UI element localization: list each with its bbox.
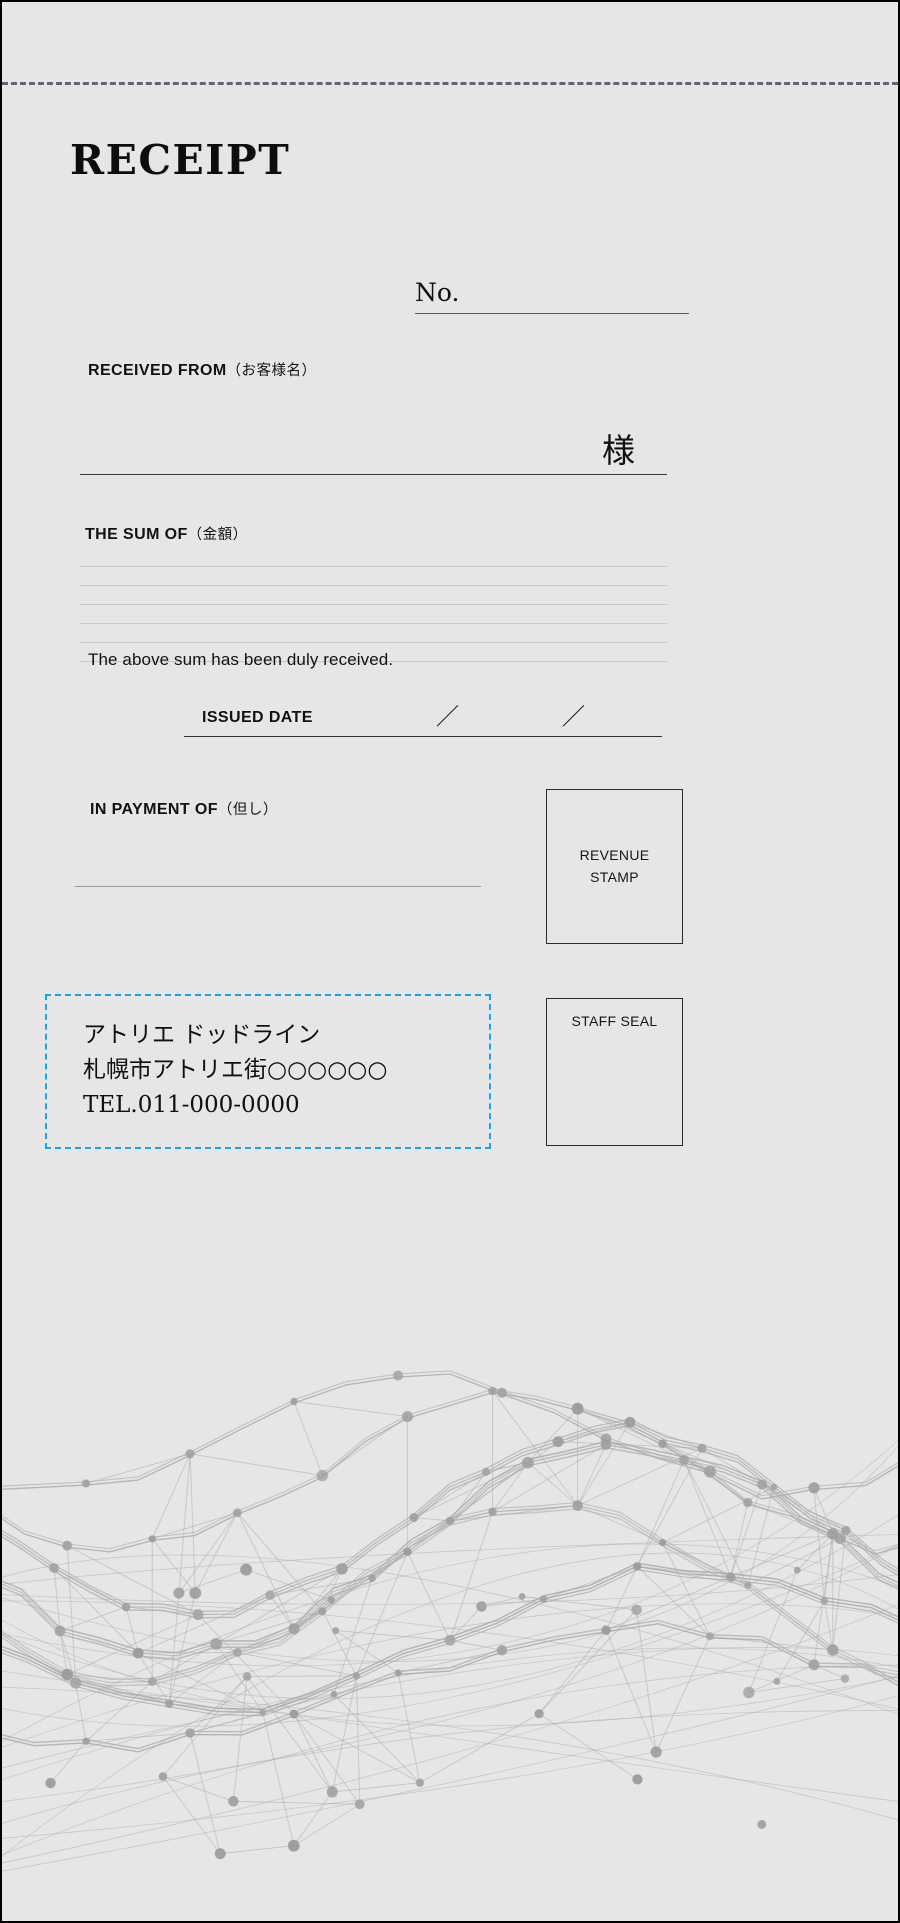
page-title: RECEIPT xyxy=(70,136,291,184)
staff-seal-box[interactable]: STAFF SEAL xyxy=(546,998,683,1146)
network-mesh-graphic xyxy=(2,1221,898,1921)
revenue-stamp-box[interactable]: REVENUE STAMP xyxy=(546,789,683,944)
staff-seal-label: STAFF SEAL xyxy=(571,1013,658,1029)
network-mesh-svg xyxy=(2,1370,898,1872)
tear-off-dashed-line xyxy=(2,82,898,85)
honorific-sama: 様 xyxy=(602,431,635,470)
sum-rule xyxy=(80,605,667,624)
receipt-statement: The above sum has been duly received. xyxy=(88,650,394,669)
date-separator-slash-1: ／ xyxy=(436,704,459,730)
company-info-box[interactable]: アトリエ ドッドライン 札幌市アトリエ街○○○○○○ TEL.011-000-0… xyxy=(45,994,491,1149)
issued-date-row: ISSUED DATE ／ ／ xyxy=(184,704,662,737)
in-payment-of-input-line[interactable] xyxy=(75,886,481,887)
receipt-number-label: No. xyxy=(415,278,460,307)
revenue-stamp-line-1: REVENUE xyxy=(579,846,650,863)
in-payment-of-label-en: IN PAYMENT OF xyxy=(90,801,218,818)
sum-rule xyxy=(80,548,667,567)
company-address: 札幌市アトリエ街○○○○○○ xyxy=(83,1056,388,1083)
receipt-document: RECEIPT No. RECEIVED FROM（お客様名） 様 THE SU… xyxy=(0,0,900,1923)
date-separator-slash-2: ／ xyxy=(562,704,585,730)
sum-rule xyxy=(80,624,667,643)
received-from-label: RECEIVED FROM（お客様名） xyxy=(88,359,317,380)
sum-of-label-en: THE SUM OF xyxy=(85,526,188,543)
receipt-number-field[interactable]: No. xyxy=(415,278,689,314)
received-from-label-jp: （お客様名） xyxy=(226,363,317,379)
issued-date-label: ISSUED DATE xyxy=(202,709,313,726)
company-telephone: TEL.011-000-0000 xyxy=(83,1091,300,1118)
in-payment-of-label-jp: （但し） xyxy=(217,802,278,818)
received-from-label-en: RECEIVED FROM xyxy=(88,362,227,379)
sum-of-label-jp: （金額） xyxy=(187,527,248,543)
revenue-stamp-text: REVENUE STAMP xyxy=(580,845,650,888)
in-payment-of-label: IN PAYMENT OF（但し） xyxy=(90,798,278,819)
company-name: アトリエ ドッドライン xyxy=(83,1022,321,1048)
sum-of-ruled-lines[interactable] xyxy=(80,548,667,662)
sum-of-label: THE SUM OF（金額） xyxy=(85,523,248,544)
issued-date-field[interactable]: ISSUED DATE ／ ／ xyxy=(184,704,662,737)
revenue-stamp-line-2: STAMP xyxy=(590,868,639,885)
sum-rule xyxy=(80,586,667,605)
sum-rule xyxy=(80,567,667,586)
received-from-input-line[interactable] xyxy=(80,474,667,475)
